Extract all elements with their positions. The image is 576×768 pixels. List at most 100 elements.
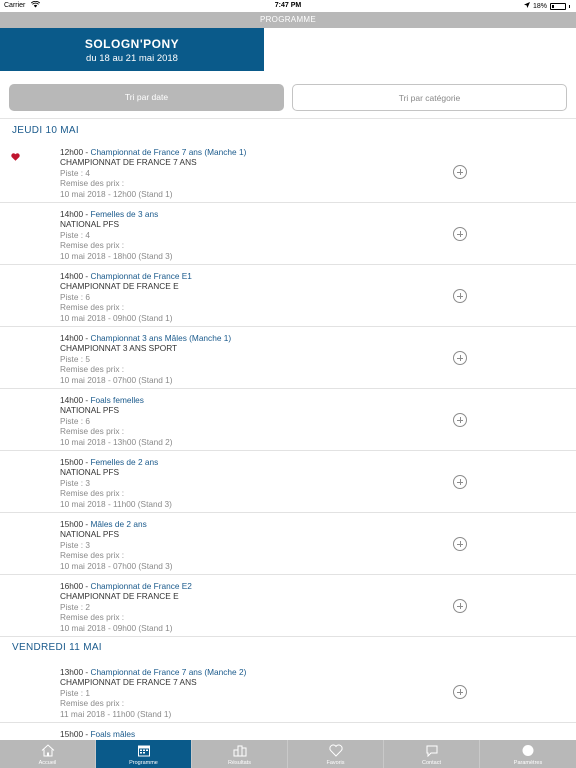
add-circle-icon[interactable] xyxy=(453,413,467,427)
prize-label: Remise des prix : xyxy=(60,488,125,499)
event-title: 12h00 - Championnat de France 7 ans (Man… xyxy=(60,147,247,157)
event-name-link[interactable]: Mâles de 2 ans xyxy=(90,519,146,529)
event-name-link[interactable]: Femelles de 3 ans xyxy=(90,209,158,219)
event-name-link[interactable]: Femelles de 2 ans xyxy=(90,457,158,467)
prize-label: Remise des prix : xyxy=(60,364,125,375)
tab-sort-by-category[interactable]: Tri par catégorie xyxy=(292,84,567,111)
battery-icon xyxy=(550,2,566,10)
add-circle-icon[interactable] xyxy=(453,685,467,699)
event-piste: Piste : 1 xyxy=(60,687,90,698)
event-piste: Piste : 2 xyxy=(60,601,90,612)
add-circle-icon[interactable] xyxy=(453,289,467,303)
tab-settings[interactable]: Paramètres xyxy=(480,740,576,768)
chat-icon xyxy=(425,744,439,757)
tab-label: Paramètres xyxy=(513,760,543,766)
day-header: JEUDI 10 MAI xyxy=(12,125,79,136)
list-item[interactable]: 14h00 - Foals femelles NATIONAL PFS Pist… xyxy=(0,389,576,451)
add-circle-icon[interactable] xyxy=(453,227,467,241)
day-header: VENDREDI 11 MAI xyxy=(12,642,102,653)
prize-datetime: 10 mai 2018 - 18h00 (Stand 3) xyxy=(60,250,173,261)
prize-datetime: 10 mai 2018 - 09h00 (Stand 1) xyxy=(60,312,173,323)
event-category: NATIONAL PFS xyxy=(60,529,120,540)
event-details: 14h00 - Championnat de France E1 CHAMPIO… xyxy=(60,271,192,323)
add-circle-icon[interactable] xyxy=(453,475,467,489)
event-piste: Piste : 3 xyxy=(60,539,90,550)
prize-label: Remise des prix : xyxy=(60,178,125,189)
list-item[interactable]: 12h00 - Championnat de France 7 ans (Man… xyxy=(0,141,576,203)
prize-label: Remise des prix : xyxy=(60,240,125,251)
event-name: SOLOGN'PONY xyxy=(84,37,180,51)
event-details: 14h00 - Femelles de 3 ans NATIONAL PFS P… xyxy=(60,209,173,261)
event-name-link[interactable]: Championnat de France 7 ans (Manche 1) xyxy=(90,147,246,157)
app-root: Carrier 7:47 PM 18% PROGRAMME SOLOGN'PON… xyxy=(0,0,576,768)
event-name-link[interactable]: Championnat 3 ans Mâles (Manche 1) xyxy=(90,333,231,343)
list-item[interactable]: 16h00 - Championnat de France E2 CHAMPIO… xyxy=(0,575,576,637)
event-title: 15h00 - Femelles de 2 ans xyxy=(60,457,159,467)
tab-sort-by-date[interactable]: Tri par date xyxy=(9,84,284,111)
prize-datetime: 11 mai 2018 - 11h00 (Stand 1) xyxy=(60,708,172,719)
prize-label: Remise des prix : xyxy=(60,302,125,313)
tab-chat[interactable]: Contact xyxy=(384,740,480,768)
event-piste: Piste : 6 xyxy=(60,415,90,426)
tab-label: Résultats xyxy=(228,760,251,766)
add-circle-icon[interactable] xyxy=(453,537,467,551)
list-item[interactable]: 14h00 - Femelles de 3 ans NATIONAL PFS P… xyxy=(0,203,576,265)
event-title: 14h00 - Femelles de 3 ans xyxy=(60,209,159,219)
clock: 7:47 PM xyxy=(274,2,302,9)
prize-datetime: 10 mai 2018 - 13h00 (Stand 2) xyxy=(60,436,173,447)
add-circle-icon[interactable] xyxy=(453,351,467,365)
list-item[interactable]: 14h00 - Championnat 3 ans Mâles (Manche … xyxy=(0,327,576,389)
event-time: 15h00 xyxy=(60,729,84,739)
event-name-link[interactable]: Foals mâles xyxy=(90,729,135,739)
event-time: 14h00 xyxy=(60,333,84,343)
status-bar: Carrier 7:47 PM 18% xyxy=(0,0,576,12)
list-item[interactable]: 13h00 - Championnat de France 7 ans (Man… xyxy=(0,661,576,723)
list-item[interactable]: 15h00 - Foals mâles xyxy=(0,723,576,740)
event-details: 15h00 - Foals mâles xyxy=(60,729,135,739)
battery-percent: 18% xyxy=(532,2,547,10)
event-category: CHAMPIONNAT 3 ANS SPORT xyxy=(60,343,178,354)
event-category: CHAMPIONNAT DE FRANCE E xyxy=(60,591,179,602)
event-category: NATIONAL PFS xyxy=(60,219,120,230)
event-time: 13h00 xyxy=(60,667,84,677)
event-title: 14h00 - Foals femelles xyxy=(60,395,144,405)
event-name-link[interactable]: Championnat de France 7 ans (Manche 2) xyxy=(90,667,246,677)
event-details: 15h00 - Femelles de 2 ans NATIONAL PFS P… xyxy=(60,457,172,509)
event-title: 14h00 - Championnat 3 ans Mâles (Manche … xyxy=(60,333,232,343)
tab-home[interactable]: Accueil xyxy=(0,740,96,768)
program-list[interactable]: JEUDI 10 MAI 12h00 - Championnat de Fran… xyxy=(0,119,576,740)
battery-tip xyxy=(569,4,570,8)
add-circle-icon[interactable] xyxy=(453,599,467,613)
event-title: 15h00 - Mâles de 2 ans xyxy=(60,519,147,529)
add-circle-icon[interactable] xyxy=(453,165,467,179)
list-item[interactable]: 15h00 - Mâles de 2 ans NATIONAL PFS Pist… xyxy=(0,513,576,575)
heart-icon xyxy=(329,744,343,757)
list-item[interactable]: 15h00 - Femelles de 2 ans NATIONAL PFS P… xyxy=(0,451,576,513)
event-time: 14h00 xyxy=(60,395,84,405)
tab-calendar[interactable]: Programme xyxy=(96,740,192,768)
tab-heart[interactable]: Favoris xyxy=(288,740,384,768)
favorite-heart-icon[interactable] xyxy=(11,153,21,161)
event-details: 14h00 - Championnat 3 ans Mâles (Manche … xyxy=(60,333,231,385)
event-time: 14h00 xyxy=(60,271,84,281)
event-name-link[interactable]: Foals femelles xyxy=(90,395,144,405)
list-item[interactable]: 14h00 - Championnat de France E1 CHAMPIO… xyxy=(0,265,576,327)
event-time: 12h00 xyxy=(60,147,84,157)
settings-icon xyxy=(521,744,535,757)
event-title: 14h00 - Championnat de France E1 xyxy=(60,271,192,281)
event-piste: Piste : 4 xyxy=(60,229,90,240)
prize-datetime: 10 mai 2018 - 07h00 (Stand 3) xyxy=(60,560,173,571)
event-category: CHAMPIONNAT DE FRANCE 7 ANS xyxy=(60,677,197,688)
event-category: NATIONAL PFS xyxy=(60,405,120,416)
event-name-link[interactable]: Championnat de France E2 xyxy=(90,581,191,591)
event-title: 13h00 - Championnat de France 7 ans (Man… xyxy=(60,667,247,677)
event-name-link[interactable]: Championnat de France E1 xyxy=(90,271,191,281)
tab-podium[interactable]: Résultats xyxy=(192,740,288,768)
event-piste: Piste : 4 xyxy=(60,167,90,178)
prize-label: Remise des prix : xyxy=(60,612,125,623)
event-category: CHAMPIONNAT DE FRANCE 7 ANS xyxy=(60,157,197,168)
prize-label: Remise des prix : xyxy=(60,698,125,709)
prize-label: Remise des prix : xyxy=(60,550,125,561)
event-details: 15h00 - Mâles de 2 ans NATIONAL PFS Pist… xyxy=(60,519,173,571)
event-time: 16h00 xyxy=(60,581,84,591)
